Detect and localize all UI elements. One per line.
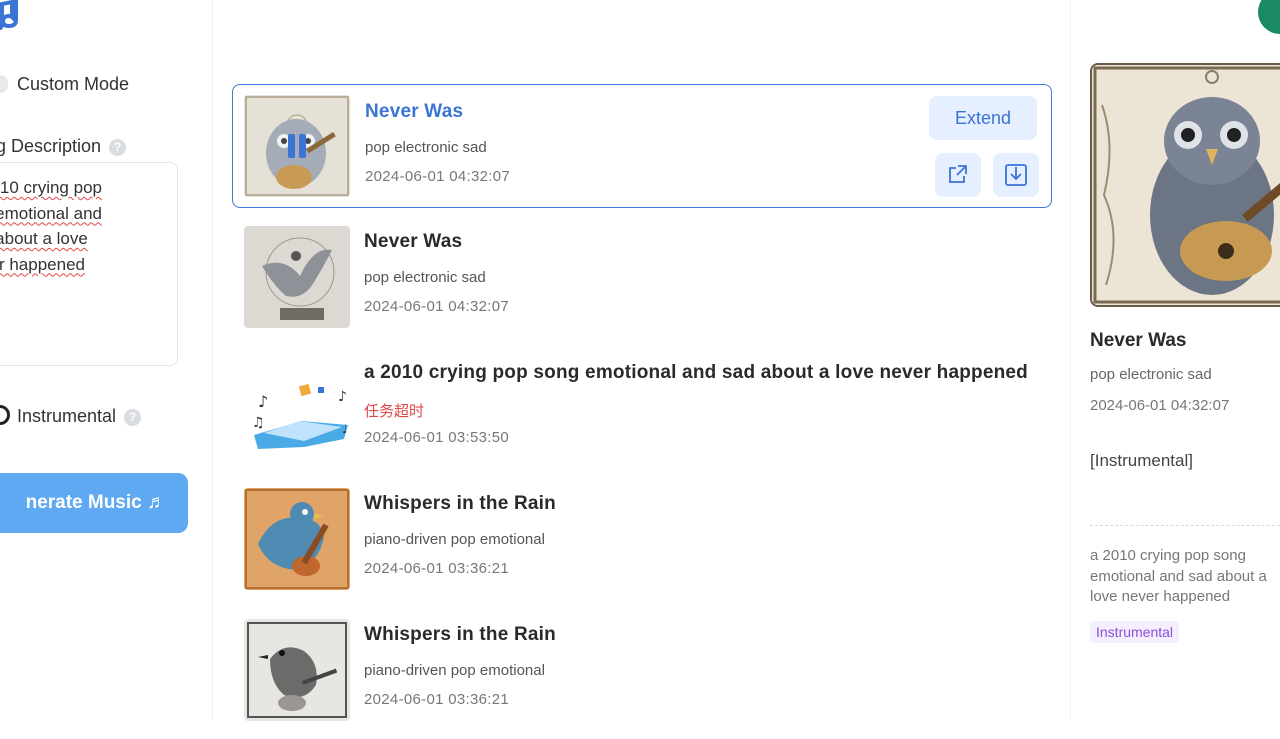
- share-icon: [949, 165, 967, 183]
- song-row[interactable]: ♪ ♫ ♪ ♩ a 2010 crying pop song emotional…: [232, 346, 1052, 470]
- song-cover-image[interactable]: [244, 95, 350, 197]
- create-panel: Custom Mode g Description? 2010 crying p…: [0, 0, 213, 720]
- custom-mode-label: Custom Mode: [17, 74, 130, 94]
- song-description-label: g Description?: [0, 136, 127, 157]
- instrumental-badge: Instrumental: [1090, 621, 1180, 643]
- song-date: 2024-06-01 03:36:21: [364, 560, 509, 577]
- share-button[interactable]: [935, 153, 981, 197]
- song-date: 2024-06-01 04:32:07: [364, 298, 509, 315]
- detail-divider: [1090, 525, 1280, 526]
- instrumental-label: Instrumental?: [17, 406, 142, 427]
- song-title[interactable]: Whispers in the Rain: [364, 493, 556, 515]
- instrumental-toggle[interactable]: [0, 405, 10, 425]
- svg-text:♪: ♪: [338, 389, 347, 405]
- song-title[interactable]: Never Was: [364, 231, 462, 253]
- custom-mode-toggle[interactable]: [0, 75, 8, 93]
- song-cover-placeholder-image[interactable]: ♪ ♫ ♪ ♩: [244, 357, 350, 459]
- song-tags: piano-driven pop emotional: [364, 662, 545, 679]
- svg-text:♫: ♫: [252, 415, 265, 431]
- svg-text:♩: ♩: [342, 422, 348, 436]
- song-detail-panel: Never Was pop electronic sad 2024-06-01 …: [1070, 0, 1280, 720]
- song-cover-image[interactable]: [244, 226, 350, 328]
- download-button[interactable]: [993, 153, 1039, 197]
- song-list: Never Was pop electronic sad 2024-06-01 …: [232, 84, 1052, 739]
- detail-lyrics: [Instrumental]: [1090, 451, 1193, 470]
- detail-tags: pop electronic sad: [1090, 366, 1212, 383]
- song-date: 2024-06-01 04:32:07: [365, 168, 510, 185]
- svg-text:♪: ♪: [258, 392, 268, 411]
- song-tags: piano-driven pop emotional: [364, 531, 545, 548]
- song-date: 2024-06-01 03:36:21: [364, 691, 509, 708]
- detail-date: 2024-06-01 04:32:07: [1090, 397, 1230, 414]
- detail-title: Never Was: [1090, 330, 1187, 351]
- instrumental-label-text: Instrumental: [17, 406, 117, 426]
- song-row[interactable]: Never Was pop electronic sad 2024-06-01 …: [232, 84, 1052, 208]
- song-row[interactable]: Whispers in the Rain piano-driven pop em…: [232, 477, 1052, 601]
- help-icon[interactable]: ?: [109, 138, 127, 156]
- song-tags: pop electronic sad: [365, 139, 487, 156]
- extend-button[interactable]: Extend: [929, 96, 1037, 140]
- help-icon[interactable]: ?: [124, 408, 142, 426]
- song-title[interactable]: Whispers in the Rain: [364, 624, 556, 646]
- download-icon: [1005, 164, 1027, 186]
- detail-prompt: a 2010 crying pop song emotional and sad…: [1090, 547, 1267, 605]
- song-row[interactable]: Never Was pop electronic sad 2024-06-01 …: [232, 215, 1052, 339]
- song-row[interactable]: Whispers in the Rain piano-driven pop em…: [232, 608, 1052, 732]
- song-cover-image[interactable]: [244, 488, 350, 590]
- song-description-input[interactable]: 2010 crying pop g emotional and d about …: [0, 162, 178, 366]
- song-title[interactable]: Never Was: [365, 101, 463, 123]
- song-title[interactable]: a 2010 crying pop song emotional and sad…: [364, 362, 1028, 384]
- detail-cover-image[interactable]: [1090, 63, 1280, 307]
- song-date: 2024-06-01 03:53:50: [364, 429, 509, 446]
- generate-music-button[interactable]: nerate Music ♬: [0, 473, 188, 533]
- song-description-label-text: g Description: [0, 136, 102, 156]
- error-status: 任务超时: [364, 403, 425, 420]
- pause-icon[interactable]: [286, 134, 308, 158]
- song-description-text[interactable]: 2010 crying pop g emotional and d about …: [0, 175, 177, 277]
- song-cover-image[interactable]: [244, 619, 350, 721]
- song-tags: pop electronic sad: [364, 269, 486, 286]
